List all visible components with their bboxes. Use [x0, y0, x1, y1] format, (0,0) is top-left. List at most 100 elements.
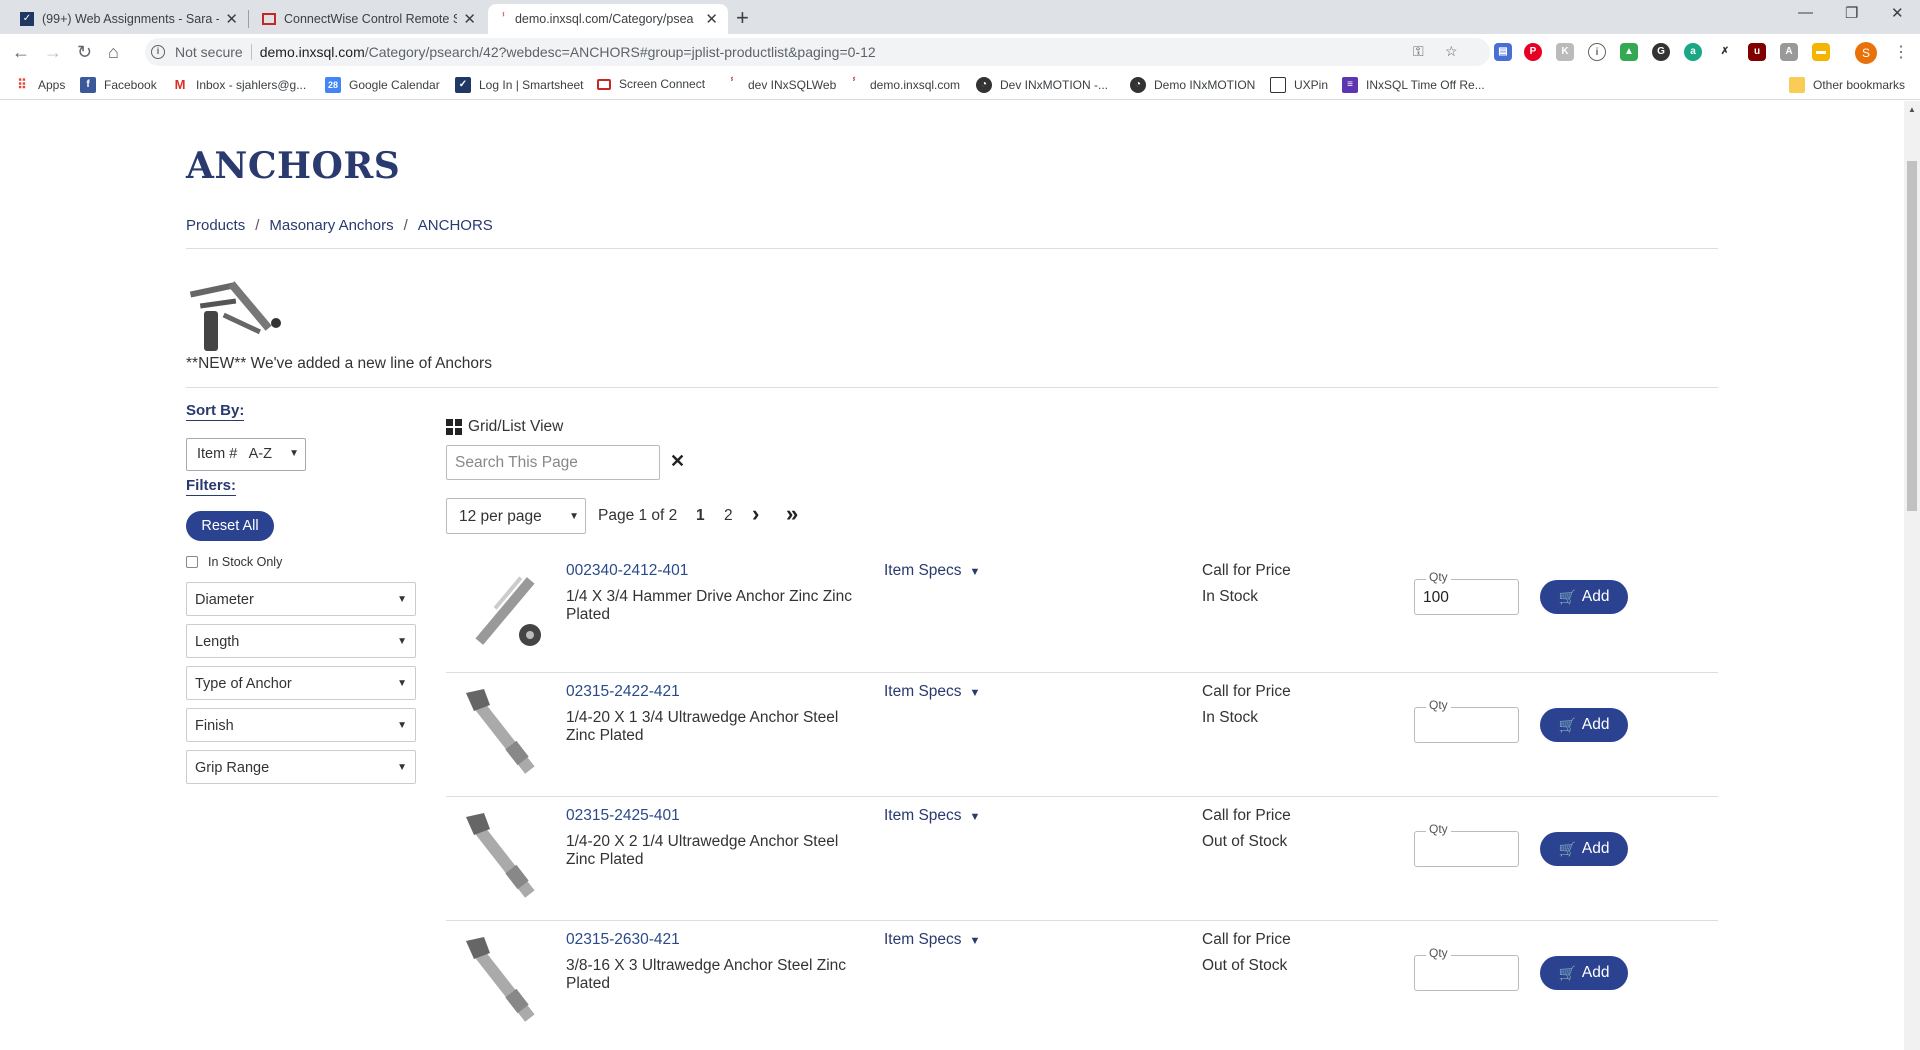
next-page-icon[interactable]: ›	[752, 501, 759, 527]
bookmark-apps[interactable]: ⠿ Apps	[14, 77, 65, 93]
reset-all-button[interactable]: Reset All	[186, 511, 274, 541]
profile-avatar[interactable]: S	[1855, 42, 1877, 64]
key-icon[interactable]: ⚿	[1413, 43, 1424, 60]
other-bookmarks[interactable]: Other bookmarks	[1789, 77, 1905, 93]
filter-label: Type of Anchor	[195, 676, 292, 692]
extension-icon[interactable]: ▤	[1494, 43, 1512, 61]
star-icon[interactable]: ☆	[1445, 43, 1458, 60]
filter-finish[interactable]: Finish ▼	[186, 708, 416, 742]
bookmark-demo-inxmotion[interactable]: ◔ Demo INxMOTION	[1130, 77, 1255, 93]
bookmark-uxpin[interactable]: UXPin	[1270, 77, 1328, 93]
scrollbar-thumb[interactable]	[1907, 161, 1917, 511]
item-specs-toggle[interactable]: Item Specs ▼	[884, 683, 980, 701]
qty-input[interactable]	[1414, 831, 1519, 867]
filter-type-of-anchor[interactable]: Type of Anchor ▼	[186, 666, 416, 700]
bookmark-label: UXPin	[1294, 78, 1329, 92]
reload-icon[interactable]: ↻	[77, 42, 92, 63]
product-description: 1/4 X 3/4 Hammer Drive Anchor Zinc Zinc …	[566, 588, 852, 623]
item-specs-label: Item Specs	[884, 683, 962, 700]
close-icon[interactable]: ✕	[463, 10, 476, 28]
tab-title: (99+) Web Assignments - Sara -	[42, 12, 220, 26]
extension-icon[interactable]: A	[1780, 43, 1798, 61]
address-bar[interactable]: i Not secure demo.inxsql.com /Category/p…	[145, 38, 1490, 66]
restore-button[interactable]: ❐	[1845, 4, 1858, 22]
product-price: Call for Price	[1202, 562, 1291, 579]
bookmark-facebook[interactable]: f Facebook	[80, 77, 157, 93]
back-icon[interactable]: ←	[12, 42, 30, 63]
last-page-icon[interactable]: »	[786, 501, 798, 527]
minimize-button[interactable]: —	[1798, 4, 1813, 21]
breadcrumb-products[interactable]: Products	[186, 217, 245, 234]
product-sku-link[interactable]: 02315-2425-401	[566, 807, 680, 825]
caret-down-icon: ▼	[397, 678, 407, 689]
product-row: 02315-2425-401 1/4-20 X 2 1/4 Ultrawedge…	[446, 797, 1718, 921]
add-to-cart-button[interactable]: 🛒 Add	[1540, 956, 1628, 990]
tab-connectwise[interactable]: ConnectWise Control Remote Su ✕	[250, 4, 486, 34]
filter-length[interactable]: Length ▼	[186, 624, 416, 658]
product-price: Call for Price	[1202, 931, 1291, 948]
qty-input[interactable]	[1414, 707, 1519, 743]
add-to-cart-button[interactable]: 🛒 Add	[1540, 580, 1628, 614]
drive-icon[interactable]: ▲	[1620, 43, 1638, 61]
breadcrumb-masonary-anchors[interactable]: Masonary Anchors	[269, 217, 393, 234]
add-to-cart-button[interactable]: 🛒 Add	[1540, 832, 1628, 866]
bookmark-label: Demo INxMOTION	[1154, 78, 1256, 92]
close-window-button[interactable]: ✕	[1891, 4, 1904, 22]
close-icon[interactable]: ✕	[705, 10, 718, 28]
product-sku-link[interactable]: 02315-2422-421	[566, 683, 680, 701]
page-1-link[interactable]: 1	[696, 507, 705, 525]
product-sku-link[interactable]: 002340-2412-401	[566, 562, 688, 580]
sort-select[interactable]: Item # A-Z ▼	[186, 438, 306, 471]
product-price: Call for Price	[1202, 683, 1291, 700]
filter-diameter[interactable]: Diameter ▼	[186, 582, 416, 616]
bookmark-dev-inxmotion[interactable]: ◔ Dev INxMOTION -...	[976, 77, 1108, 93]
add-to-cart-button[interactable]: 🛒 Add	[1540, 708, 1628, 742]
extension-icon[interactable]: ▬	[1812, 43, 1830, 61]
bookmark-dev-inxsqlweb[interactable]: ⸯ dev INxSQLWeb	[724, 77, 836, 93]
tab-demo-inxsql[interactable]: ⸯ demo.inxsql.com/Category/psea ✕	[488, 4, 728, 34]
qty-input[interactable]	[1414, 955, 1519, 991]
qty-input[interactable]: 100	[1414, 579, 1519, 615]
browser-toolbar: ← → ↻ ⌂ i Not secure demo.inxsql.com /Ca…	[0, 34, 1920, 70]
filter-grip-range[interactable]: Grip Range ▼	[186, 750, 416, 784]
bookmark-screen-connect[interactable]: Screen Connect	[597, 77, 705, 91]
page-2-link[interactable]: 2	[724, 507, 733, 525]
close-icon[interactable]: ✕	[225, 10, 238, 28]
scroll-up-icon[interactable]: ▲	[1908, 105, 1916, 114]
extension-icon[interactable]: ✗	[1716, 43, 1734, 61]
clear-search-icon[interactable]: ✕	[670, 451, 685, 472]
bookmark-google-calendar[interactable]: 28 Google Calendar	[325, 77, 440, 93]
inxsql-icon: ⸯ	[500, 12, 507, 27]
in-stock-only-filter[interactable]: In Stock Only	[186, 555, 282, 569]
bookmark-smartsheet[interactable]: ✓ Log In | Smartsheet	[455, 77, 584, 93]
grid-list-toggle[interactable]: Grid/List View	[446, 418, 563, 436]
product-stock-status: In Stock	[1202, 709, 1258, 726]
extension-icon[interactable]: a	[1684, 43, 1702, 61]
extension-icon[interactable]: G	[1652, 43, 1670, 61]
home-icon[interactable]: ⌂	[108, 42, 119, 63]
in-stock-checkbox[interactable]	[186, 556, 198, 568]
menu-icon[interactable]: ⋮	[1893, 42, 1909, 62]
breadcrumb-anchors[interactable]: ANCHORS	[418, 217, 493, 234]
item-specs-toggle[interactable]: Item Specs ▼	[884, 562, 980, 580]
search-page-input[interactable]: Search This Page	[446, 445, 660, 480]
sort-value: Item # A-Z	[197, 446, 272, 462]
breadcrumb-separator: /	[255, 217, 260, 234]
ublock-icon[interactable]: u	[1748, 43, 1766, 61]
item-specs-toggle[interactable]: Item Specs ▼	[884, 931, 980, 949]
extension-icon[interactable]: K	[1556, 43, 1574, 61]
tab-web-assignments[interactable]: ✓ (99+) Web Assignments - Sara - ✕	[8, 4, 248, 34]
forward-icon[interactable]: →	[44, 42, 62, 63]
product-sku-link[interactable]: 02315-2630-421	[566, 931, 680, 949]
bookmark-demo-inxsql[interactable]: ⸯ demo.inxsql.com	[846, 77, 960, 93]
product-stock-status: Out of Stock	[1202, 957, 1288, 974]
per-page-select[interactable]: 12 per page ▼	[446, 498, 586, 534]
extension-icon[interactable]: i	[1588, 43, 1606, 61]
page-scrollbar[interactable]: ▲	[1904, 101, 1920, 1050]
bookmark-inbox[interactable]: M Inbox - sjahlers@g...	[172, 77, 307, 93]
bookmark-inxsql-time-off[interactable]: ≡ INxSQL Time Off Re...	[1342, 77, 1485, 93]
pinterest-icon[interactable]: P	[1524, 43, 1542, 61]
new-tab-button[interactable]: +	[736, 5, 749, 31]
item-specs-toggle[interactable]: Item Specs ▼	[884, 807, 980, 825]
info-icon[interactable]: i	[151, 45, 165, 59]
